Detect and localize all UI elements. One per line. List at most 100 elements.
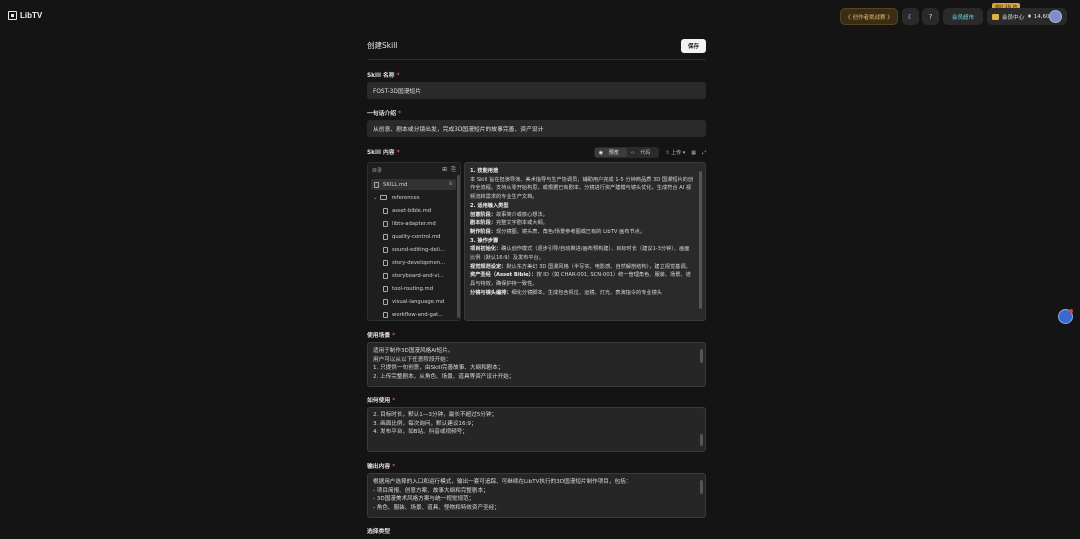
howto-line: 3. 画面比例，每次询问，默认建议16:9；: [373, 420, 477, 427]
assistant-float-button[interactable]: [1058, 309, 1073, 324]
tree-item-file[interactable]: sound-editing-deli...: [383, 244, 455, 255]
theme-toggle-button[interactable]: ☾: [902, 8, 919, 25]
tree-item-file[interactable]: asset-bible.md: [383, 205, 455, 216]
howto-textarea[interactable]: 2. 目标时长，默认1—3分钟，最长不超过5分钟； 3. 画面比例，每次询问，默…: [367, 407, 706, 452]
moon-icon: ☾: [907, 12, 914, 21]
output-label: 输出内容 *: [367, 461, 395, 470]
save-button[interactable]: 保存: [681, 39, 706, 53]
output-line: - 项目简报、创意方案、故事大纲和完整剧本；: [373, 487, 489, 494]
new-file-icon[interactable]: ⎘: [451, 166, 456, 174]
output-scrollbar[interactable]: [700, 480, 703, 494]
tree-item-file[interactable]: story-developmen...: [383, 257, 455, 268]
preview-term: 视觉规范设定：: [470, 263, 507, 270]
preview-heading: 2. 适用输入类型: [470, 202, 509, 209]
howto-line: 4. 发布平台，如B站、抖音或视频号；: [373, 429, 468, 436]
file-icon: [383, 285, 388, 292]
preview-line: 视觉规范设定：默认东方美幻 3D 国漫风格（半写实、电影感、自然解剖结构），建立…: [470, 263, 694, 272]
required-mark: *: [398, 111, 402, 117]
markdown-preview[interactable]: 1. 技能用途本 Skill 旨在担演导演、美术指导与生产协调员，辅助用户完成 …: [464, 162, 706, 321]
preview-term: 剧本阶段：: [470, 220, 496, 227]
scenario-label-text: 使用场景: [367, 333, 391, 339]
intro-input[interactable]: 从创意、剧本或分镜出发，完成3D国漫短片的故事完善、资产设计: [367, 120, 706, 137]
tree-item-label: quality-control.md: [392, 233, 441, 240]
chevron-down-icon: ⌄: [373, 194, 378, 201]
divider: [367, 59, 706, 60]
logo[interactable]: LibTV: [8, 11, 42, 20]
howto-scrollbar[interactable]: [700, 434, 703, 446]
member-store-button[interactable]: 会员超市: [943, 8, 983, 25]
preview-heading: 1. 技能用途: [470, 168, 499, 174]
preview-term: 制作阶段：: [470, 228, 496, 235]
preview-text: 细化分镜脚本，生成包含机位、运镜、灯光、表演指令的专业镜头: [511, 289, 662, 296]
tree-item-label: story-developmen...: [392, 259, 446, 266]
preview-line: 本 Skill 旨在担演导演、美术指导与生产协调员，辅助用户完成 1-5 分钟商…: [470, 176, 694, 201]
layout-icon[interactable]: ▦: [691, 150, 696, 156]
tree-item-references-folder[interactable]: ⌄ references: [373, 192, 455, 203]
tree-item-label: SKILL.md: [383, 181, 408, 188]
skill-name-input[interactable]: FOST-3D国漫短片: [367, 82, 706, 99]
scenario-textarea[interactable]: 适用于制作3D国漫风格AI短片。 用户可以从以下任意阶段开始： 1. 只提供一句…: [367, 342, 706, 387]
view-mode-toggle: ◉ 预览 ‹› 代码: [593, 147, 660, 158]
tree-item-label: sound-editing-deli...: [392, 246, 445, 253]
output-line: - 3D国漫美术风格方案与统一视觉规范；: [373, 496, 475, 503]
howto-label: 如何使用 *: [367, 395, 395, 404]
howto-line: 2. 目标时长，默认1—3分钟，最长不超过5分钟；: [373, 412, 498, 418]
tree-scrollbar[interactable]: [457, 175, 460, 318]
member-center-label: 会员中心: [1002, 14, 1025, 21]
intro-label-text: 一句话介绍: [367, 111, 396, 117]
file-icon: [383, 207, 388, 214]
tree-item-file[interactable]: visual-language.md: [383, 296, 455, 307]
output-line: 根据用户选择的入口和运行模式，输出一套可追踪、可继续在LibTV执行的3D国漫短…: [373, 479, 632, 485]
expand-icon[interactable]: ⤢: [702, 150, 706, 156]
required-mark: *: [392, 464, 396, 470]
preview-scrollbar[interactable]: [699, 171, 702, 309]
tree-item-skill-md[interactable]: SKILL.md 8: [371, 179, 456, 190]
upload-label: 上传: [671, 150, 682, 156]
crown-icon: [992, 13, 999, 20]
preview-line: 剧本阶段：完整文字剧本或大纲。: [470, 219, 694, 228]
tree-item-file[interactable]: storyboard-and-vi...: [383, 270, 455, 281]
avatar[interactable]: [1049, 10, 1062, 23]
skill-name-label-text: Skill 名称: [367, 73, 395, 79]
file-icon: [383, 220, 388, 227]
scenario-scrollbar[interactable]: [700, 349, 703, 363]
file-icon: [383, 233, 388, 240]
skill-content-label-text: Skill 内容: [367, 150, 395, 156]
output-textarea[interactable]: 根据用户选择的入口和运行模式，输出一套可追踪、可继续在LibTV执行的3D国漫短…: [367, 473, 706, 518]
select-type-label-text: 选择类型: [367, 529, 391, 535]
required-mark: *: [392, 333, 396, 339]
scenario-line: 适用于制作3D国漫风格AI短片。: [373, 348, 454, 354]
tree-item-file[interactable]: quality-control.md: [383, 231, 455, 242]
intro-label: 一句话介绍 *: [367, 108, 401, 117]
help-icon: ?: [928, 12, 933, 21]
preview-line: 制作阶段：现分镜图、镜头表、角色/场景参考图或已有的 LibTV 画布节点。: [470, 228, 694, 237]
creator-challenge-button[interactable]: 《 创作者挑战赛 》: [840, 8, 898, 25]
libtv-logo-icon: [8, 11, 17, 20]
upload-button[interactable]: ⇧ 上传 ▾: [665, 149, 685, 156]
preview-mode-button[interactable]: ◉ 预览: [594, 148, 627, 157]
tree-item-file[interactable]: workflow-and-gat...: [383, 309, 455, 320]
editor-toolbar: ◉ 预览 ‹› 代码 ⇧ 上传 ▾ ▦ ⤢: [593, 147, 706, 158]
preview-text: 完整文字剧本或大纲。: [495, 220, 548, 227]
preview-term: 项目初始化：: [470, 246, 502, 253]
tree-item-label: tool-routing.md: [392, 285, 434, 292]
howto-label-text: 如何使用: [367, 398, 391, 404]
tree-item-file[interactable]: libtv-adapter.md: [383, 218, 455, 229]
file-icon: [383, 246, 388, 253]
preview-text: 故事简介或核心想法。: [495, 211, 548, 218]
new-folder-icon[interactable]: ⊞: [442, 166, 447, 174]
tree-item-label: storyboard-and-vi...: [392, 272, 444, 279]
tree-item-file[interactable]: tool-routing.md: [383, 283, 455, 294]
help-button[interactable]: ?: [922, 8, 939, 25]
top-bar: LibTV 《 创作者挑战赛 》 ☾ ? 会员超市 限时 3折 热 会员中心 ♦…: [0, 0, 1080, 32]
file-icon: [383, 298, 388, 305]
code-mode-button[interactable]: ‹› 代码: [627, 148, 659, 157]
preview-mode-label: 预览: [608, 150, 619, 156]
tree-title: 目录: [372, 168, 383, 174]
skill-name-label: Skill 名称 *: [367, 70, 400, 79]
preview-text: 默认东方美幻 3D 国漫风格（半写实、电影感、自然解剖结构），建立视觉基调。: [506, 263, 691, 270]
tree-item-label: visual-language.md: [392, 298, 445, 305]
tree-actions: ⊞ ⎘: [442, 166, 456, 174]
folder-icon: [380, 195, 388, 200]
preview-text: 现分镜图、镜头表、角色/场景参考图或已有的 LibTV 画布节点。: [495, 228, 646, 235]
